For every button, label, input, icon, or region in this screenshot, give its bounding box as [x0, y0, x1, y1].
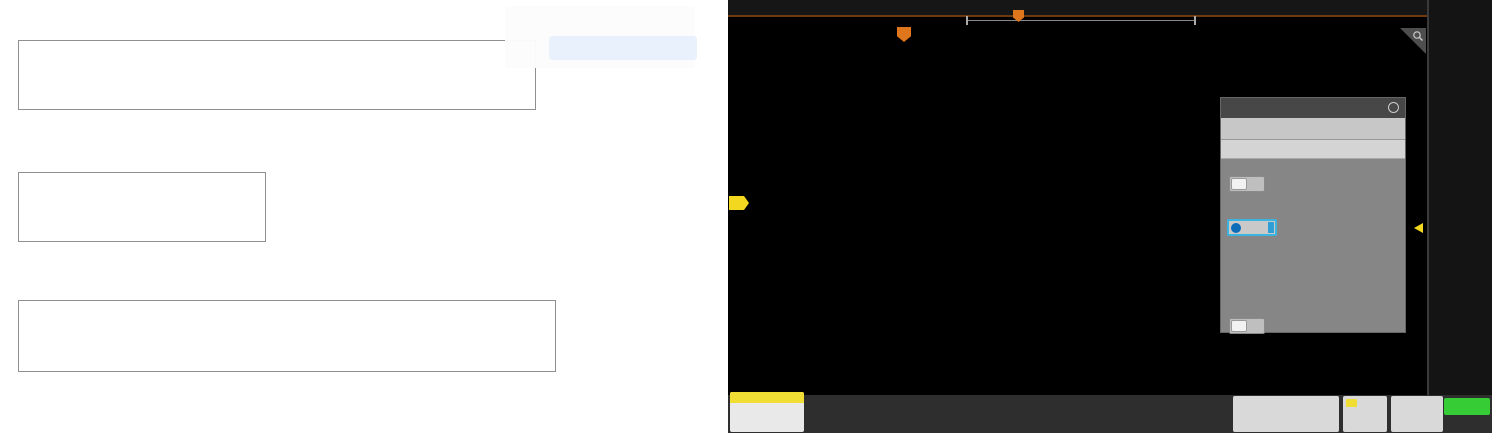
dialog-title — [1221, 98, 1405, 118]
trigger-badge[interactable] — [1343, 396, 1387, 432]
summary-frame-toggle[interactable] — [1229, 318, 1265, 334]
trigger-source-chip — [1346, 399, 1357, 407]
acquisition-dialog — [1220, 97, 1406, 333]
acquisition-badge[interactable] — [1391, 396, 1443, 432]
channel1-badge-title — [730, 392, 804, 403]
horizontal-badge[interactable] — [1233, 396, 1339, 432]
frames-diagram — [1221, 244, 1405, 306]
right-tool-panel — [1427, 0, 1492, 395]
snip-sketch-button[interactable] — [549, 36, 697, 60]
fast-frame-toggle[interactable] — [1229, 176, 1265, 192]
menu-bar — [728, 0, 1427, 15]
multipurpose-knob-a-icon — [1231, 223, 1241, 233]
sampling-diagrams — [0, 0, 728, 433]
triggered-status-button[interactable] — [1444, 398, 1490, 415]
frame-count-value — [1268, 222, 1274, 233]
storage-window-box-1 — [18, 40, 536, 110]
magnifier-icon — [1412, 30, 1424, 42]
trigger-level-arrow[interactable] — [1414, 223, 1423, 233]
help-icon[interactable] — [1388, 102, 1399, 113]
horizontal-position-slider[interactable] — [966, 16, 1196, 25]
trigger-badge-row — [1346, 399, 1384, 407]
settings-row[interactable] — [1221, 118, 1405, 140]
frame-count-input[interactable] — [1227, 219, 1277, 236]
fast-frame-section-header — [1221, 140, 1405, 159]
toggle-knob — [1231, 178, 1247, 190]
bottom-settings-bar — [728, 395, 1492, 433]
storage-window-box-3 — [18, 300, 556, 372]
oscilloscope-screen — [728, 0, 1492, 433]
storage-window-box-2 — [18, 172, 266, 242]
windows-notification — [505, 6, 695, 68]
toggle-knob — [1231, 320, 1247, 332]
channel1-badge[interactable] — [730, 392, 804, 432]
page — [0, 0, 1492, 433]
